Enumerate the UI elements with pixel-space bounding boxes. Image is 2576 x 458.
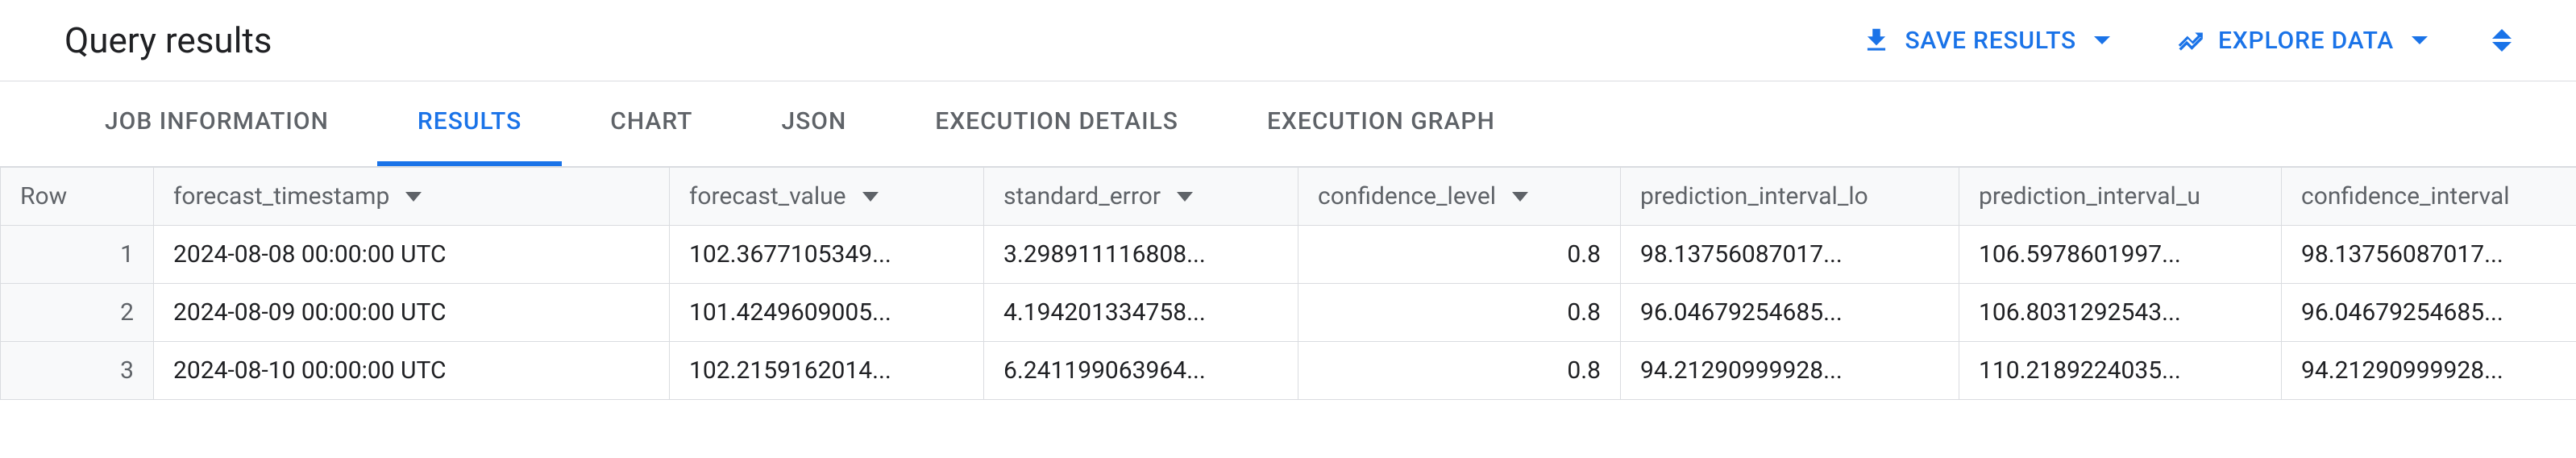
col-header-label: prediction_interval_lo	[1640, 182, 1868, 210]
results-table: Row forecast_timestamp forecast_value st…	[0, 167, 2576, 400]
download-icon	[1861, 25, 1892, 56]
col-header-label: Row	[20, 182, 67, 210]
cell-forecast-value: 101.4249609005...	[670, 284, 984, 342]
table-row: 2 2024-08-09 00:00:00 UTC 101.4249609005…	[1, 284, 2576, 342]
col-header-forecast-value[interactable]: forecast_value	[670, 168, 984, 226]
col-header-confidence-interval[interactable]: confidence_interval	[2282, 168, 2576, 226]
explore-data-button[interactable]: EXPLORE DATA	[2175, 25, 2428, 56]
cell-prediction-interval-upper: 106.8031292543...	[1959, 284, 2282, 342]
page-title: Query results	[64, 19, 272, 61]
cell-confidence-level: 0.8	[1298, 226, 1621, 284]
cell-standard-error: 4.194201334758...	[984, 284, 1298, 342]
column-menu-icon[interactable]	[862, 192, 879, 202]
dropdown-arrow-icon	[2094, 36, 2110, 44]
col-header-prediction-interval-lower[interactable]: prediction_interval_lo	[1621, 168, 1959, 226]
col-header-confidence-level[interactable]: confidence_level	[1298, 168, 1621, 226]
column-menu-icon[interactable]	[1512, 192, 1528, 202]
chevron-up-icon	[2492, 29, 2512, 39]
cell-forecast-timestamp: 2024-08-09 00:00:00 UTC	[154, 284, 670, 342]
cell-prediction-interval-lower: 98.13756087017...	[1621, 226, 1959, 284]
cell-prediction-interval-lower: 94.21290999928...	[1621, 342, 1959, 400]
header-actions: SAVE RESULTS EXPLORE DATA	[1861, 25, 2512, 56]
table-row: 1 2024-08-08 00:00:00 UTC 102.3677105349…	[1, 226, 2576, 284]
col-header-label: standard_error	[1003, 182, 1161, 210]
table-row: 3 2024-08-10 00:00:00 UTC 102.2159162014…	[1, 342, 2576, 400]
cell-forecast-timestamp: 2024-08-10 00:00:00 UTC	[154, 342, 670, 400]
cell-confidence-interval: 98.13756087017...	[2282, 226, 2576, 284]
tab-execution-details[interactable]: EXECUTION DETAILS	[895, 81, 1219, 166]
row-number-cell: 2	[1, 284, 154, 342]
results-table-container: Row forecast_timestamp forecast_value st…	[0, 167, 2576, 400]
dropdown-arrow-icon	[2412, 36, 2428, 44]
tab-chart[interactable]: CHART	[570, 81, 733, 166]
cell-confidence-level: 0.8	[1298, 342, 1621, 400]
cell-confidence-interval: 96.04679254685...	[2282, 284, 2576, 342]
col-header-label: forecast_value	[689, 182, 846, 210]
tab-execution-graph[interactable]: EXECUTION GRAPH	[1227, 81, 1535, 166]
cell-confidence-level: 0.8	[1298, 284, 1621, 342]
col-header-prediction-interval-upper[interactable]: prediction_interval_u	[1959, 168, 2282, 226]
cell-forecast-value: 102.2159162014...	[670, 342, 984, 400]
save-results-label: SAVE RESULTS	[1905, 27, 2076, 55]
chart-explore-icon	[2175, 25, 2205, 56]
cell-forecast-value: 102.3677105349...	[670, 226, 984, 284]
tab-results[interactable]: RESULTS	[377, 81, 562, 166]
col-header-label: forecast_timestamp	[173, 182, 389, 210]
save-results-button[interactable]: SAVE RESULTS	[1861, 25, 2110, 56]
chevron-down-icon	[2492, 42, 2512, 52]
cell-standard-error: 3.298911116808...	[984, 226, 1298, 284]
col-header-row[interactable]: Row	[1, 168, 154, 226]
column-menu-icon[interactable]	[405, 192, 422, 202]
col-header-label: prediction_interval_u	[1979, 182, 2200, 210]
col-header-label: confidence_level	[1318, 182, 1496, 210]
row-number-cell: 1	[1, 226, 154, 284]
row-number-cell: 3	[1, 342, 154, 400]
explore-data-label: EXPLORE DATA	[2218, 27, 2394, 55]
header-bar: Query results SAVE RESULTS EXPLORE DATA	[0, 0, 2576, 81]
cell-prediction-interval-upper: 110.2189224035...	[1959, 342, 2282, 400]
col-header-label: confidence_interval	[2301, 182, 2510, 210]
col-header-standard-error[interactable]: standard_error	[984, 168, 1298, 226]
col-header-forecast-timestamp[interactable]: forecast_timestamp	[154, 168, 670, 226]
expand-collapse-button[interactable]	[2492, 29, 2512, 52]
cell-prediction-interval-upper: 106.5978601997...	[1959, 226, 2282, 284]
cell-forecast-timestamp: 2024-08-08 00:00:00 UTC	[154, 226, 670, 284]
tab-job-information[interactable]: JOB INFORMATION	[64, 81, 369, 166]
tabs-bar: JOB INFORMATION RESULTS CHART JSON EXECU…	[0, 81, 2576, 167]
cell-prediction-interval-lower: 96.04679254685...	[1621, 284, 1959, 342]
column-menu-icon[interactable]	[1177, 192, 1193, 202]
table-header-row: Row forecast_timestamp forecast_value st…	[1, 168, 2576, 226]
cell-confidence-interval: 94.21290999928...	[2282, 342, 2576, 400]
cell-standard-error: 6.241199063964...	[984, 342, 1298, 400]
tab-json[interactable]: JSON	[741, 81, 887, 166]
